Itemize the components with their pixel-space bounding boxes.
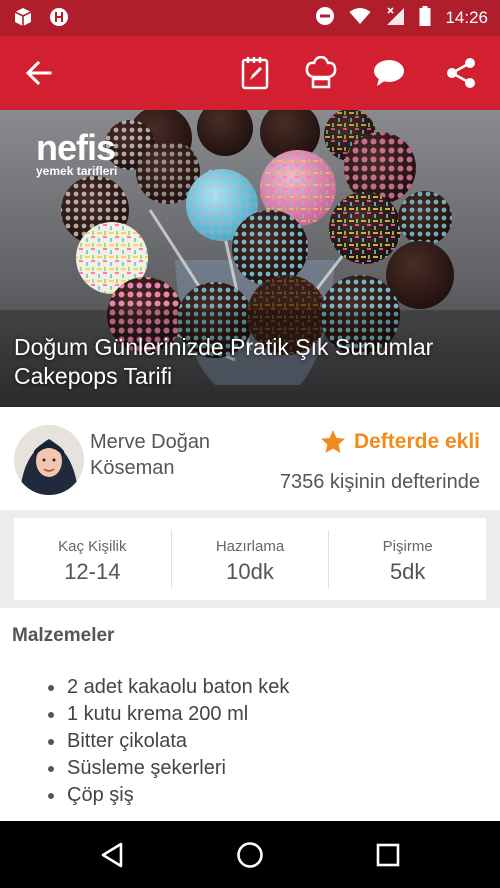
share-button[interactable] [438,50,484,96]
clock: 14:26 [445,8,488,27]
system-nav-bar [0,821,500,888]
stat-prep-time: Hazırlama 10dk [170,530,329,588]
do-not-disturb-icon [315,6,335,31]
ingredients-heading: Malzemeler [12,625,115,646]
stat-servings: Kaç Kişilik 12-14 [14,518,171,600]
chef-hat-icon [305,56,337,89]
back-button[interactable] [16,50,62,96]
status-bar: 14:26 [0,0,500,36]
stat-label: Hazırlama [215,538,285,555]
recipe-hero-image[interactable]: nefis yemek tarifleri Doğum Günlerinizde… [0,110,500,407]
circle-home-icon [237,842,263,868]
wifi-icon [349,7,371,30]
triangle-back-icon [101,842,123,868]
notebook-status-button[interactable]: Defterde ekli [320,429,480,455]
nav-home-button[interactable] [228,833,272,877]
comment-icon [374,60,404,86]
package-icon [12,6,34,33]
stat-value: 12-14 [64,559,121,584]
add-to-notebook-button[interactable] [232,50,278,96]
signal-icon [385,6,405,31]
stat-label: Pişirme [382,538,433,555]
notebook-count: 7356 kişinin defterinde [279,471,480,493]
nav-recents-button[interactable] [366,833,410,877]
arrow-left-icon [25,60,52,86]
notebook-icon [241,57,269,90]
stat-label: Kaç Kişilik [58,538,127,555]
star-icon [320,430,345,453]
share-icon [447,58,475,88]
author-name[interactable]: Merve Doğan Köseman [90,429,250,481]
ingredient-item: Bitter çikolata [48,728,289,755]
ingredient-item: Süsleme şekerleri [48,755,289,782]
ingredient-item: Çöp şiş [48,782,289,809]
stats-card: Kaç Kişilik 12-14 Hazırlama 10dk Pişirme… [14,518,486,600]
battery-icon [419,5,431,31]
chef-button[interactable] [298,50,344,96]
recipe-title: Doğum Günlerinizde Pratik Şık Sunumlar C… [14,334,434,389]
author-row: Merve Doğan Köseman Defterde ekli 7356 k… [0,407,500,510]
square-recents-icon [376,843,400,867]
nav-back-button[interactable] [90,833,134,877]
ingredient-item: 2 adet kakaolu baton kek [48,674,289,701]
ingredient-item: 1 kutu krema 200 ml [48,701,289,728]
nefis-logo: nefis yemek tarifleri [36,127,118,179]
comments-button[interactable] [366,50,412,96]
stat-cook-time: Pişirme 5dk [328,530,486,588]
author-avatar[interactable] [14,425,84,495]
app-toolbar [0,36,500,110]
notebook-status-label: Defterde ekli [353,430,480,453]
stat-value: 10dk [226,559,274,584]
stat-value: 5dk [389,559,426,584]
ingredients-list: 2 adet kakaolu baton kek 1 kutu krema 20… [48,674,289,809]
app-notification-icon [48,6,70,33]
